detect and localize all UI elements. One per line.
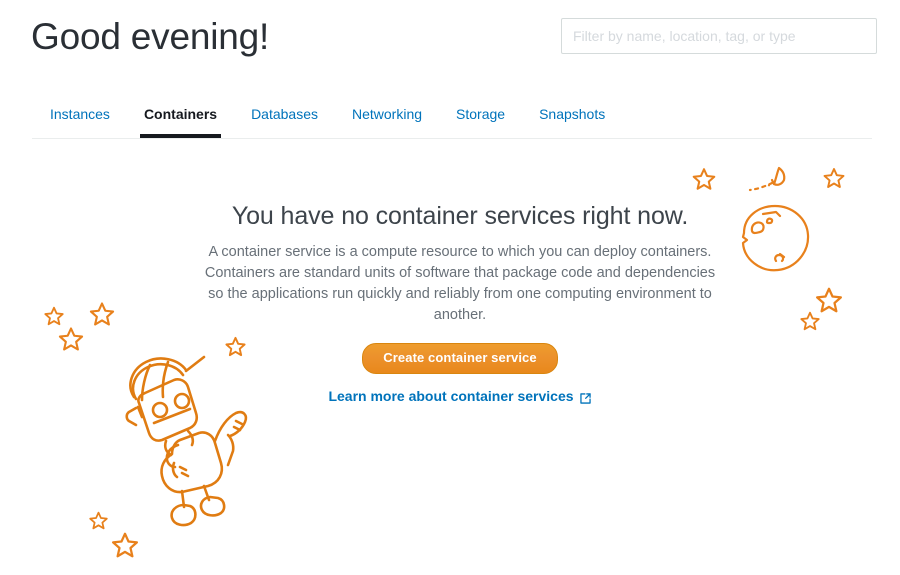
empty-state-title: You have no container services right now… bbox=[231, 202, 689, 230]
learn-more-row: Learn more about container services bbox=[160, 387, 760, 406]
empty-state-panel: You have no container services right now… bbox=[0, 140, 900, 575]
tab-bar: Instances Containers Databases Networkin… bbox=[0, 100, 900, 140]
page-header: Good evening! bbox=[0, 0, 900, 96]
star-doodle bbox=[44, 306, 64, 326]
page-title: Good evening! bbox=[31, 16, 270, 57]
learn-more-label: Learn more about container services bbox=[328, 388, 574, 404]
star-doodle bbox=[58, 327, 84, 351]
tab-databases[interactable]: Databases bbox=[234, 100, 335, 138]
create-container-service-button[interactable]: Create container service bbox=[362, 343, 558, 374]
tab-instances[interactable]: Instances bbox=[32, 100, 127, 138]
star-doodle bbox=[89, 302, 115, 326]
star-doodle bbox=[692, 168, 716, 190]
star-doodle bbox=[800, 311, 820, 331]
star-doodle bbox=[816, 287, 842, 313]
tab-networking[interactable]: Networking bbox=[335, 100, 439, 138]
external-link-icon bbox=[579, 391, 592, 404]
star-doodle bbox=[823, 168, 845, 188]
rocket-doodle bbox=[748, 166, 786, 192]
primary-action-row: Create container service bbox=[160, 343, 760, 374]
filter-input[interactable] bbox=[561, 18, 877, 54]
empty-state-description: A container service is a compute resourc… bbox=[204, 244, 716, 323]
tab-storage[interactable]: Storage bbox=[439, 100, 522, 138]
star-doodle bbox=[112, 532, 138, 558]
learn-more-link[interactable]: Learn more about container services bbox=[328, 387, 591, 405]
star-doodle bbox=[89, 511, 108, 530]
tab-snapshots[interactable]: Snapshots bbox=[522, 100, 622, 138]
tab-containers[interactable]: Containers bbox=[127, 100, 234, 138]
empty-state-content: You have no container services right now… bbox=[160, 200, 760, 406]
tab-list: Instances Containers Databases Networkin… bbox=[32, 100, 622, 139]
